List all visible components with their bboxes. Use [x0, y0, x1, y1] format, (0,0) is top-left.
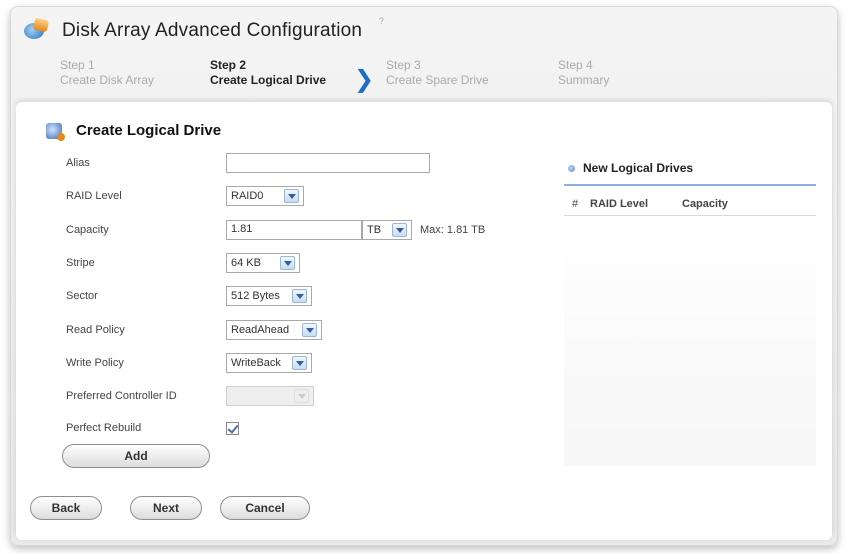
perfect-rebuild-checkbox[interactable]	[226, 421, 239, 435]
capacity-unit-select[interactable]: TB	[362, 220, 412, 240]
write-policy-label: Write Policy	[66, 357, 124, 369]
stripe-label: Stripe	[66, 257, 95, 269]
step-4-label: Summary	[558, 73, 610, 87]
create-logical-drive-panel: Create Logical Drive Alias RAID Level RA…	[16, 102, 832, 540]
step-4: Step 4 Summary	[558, 58, 708, 88]
column-raid-level: RAID Level	[590, 197, 649, 210]
header: Disk Array Advanced Configuration ?	[22, 14, 388, 48]
alias-label: Alias	[66, 157, 90, 169]
sector-select[interactable]: 512 Bytes	[226, 286, 312, 306]
step-1-label: Create Disk Array	[60, 73, 155, 87]
stripe-value: 64 KB	[231, 257, 261, 269]
preferred-controller-row: Preferred Controller ID	[66, 385, 536, 407]
capacity-max-text: Max: 1.81 TB	[420, 224, 486, 236]
sector-row: Sector 512 Bytes	[66, 285, 536, 307]
step-1: Step 1 Create Disk Array	[60, 58, 210, 88]
sector-value: 512 Bytes	[231, 290, 280, 302]
chevron-down-icon	[292, 356, 307, 370]
panel-title-text: Create Logical Drive	[76, 122, 222, 139]
step-3: Step 3 Create Spare Drive	[386, 58, 558, 88]
raid-level-label: RAID Level	[66, 190, 122, 202]
capacity-input[interactable]: 1.81	[226, 220, 362, 240]
preferred-controller-label: Preferred Controller ID	[66, 390, 177, 402]
raid-level-row: RAID Level RAID0	[66, 185, 536, 207]
divider	[564, 184, 816, 186]
step-1-number: Step 1	[60, 58, 95, 72]
column-capacity: Capacity	[682, 197, 728, 210]
raid-level-value: RAID0	[231, 190, 264, 202]
bullet-icon	[568, 164, 575, 172]
chevron-down-icon	[294, 389, 309, 403]
read-policy-select[interactable]: ReadAhead	[226, 320, 322, 340]
new-logical-drives-header: New Logical Drives	[564, 158, 816, 178]
table-body	[564, 216, 816, 466]
read-policy-label: Read Policy	[66, 324, 125, 336]
step-4-number: Step 4	[558, 58, 593, 72]
chevron-down-icon	[280, 256, 295, 270]
stripe-select[interactable]: 64 KB	[226, 253, 300, 273]
perfect-rebuild-label: Perfect Rebuild	[66, 422, 142, 434]
disk-array-icon	[22, 17, 50, 45]
write-policy-value: WriteBack	[231, 357, 281, 369]
add-button[interactable]: Add	[62, 444, 210, 468]
step-chevron-icon: ❯	[354, 66, 375, 93]
logical-drive-icon	[46, 122, 65, 141]
preferred-controller-select[interactable]	[226, 386, 314, 406]
step-3-label: Create Spare Drive	[386, 73, 489, 87]
stripe-row: Stripe 64 KB	[66, 252, 536, 274]
step-2-number: Step 2	[210, 58, 247, 72]
capacity-unit-value: TB	[367, 224, 382, 236]
next-button[interactable]: Next	[130, 496, 202, 520]
perfect-rebuild-row: Perfect Rebuild	[66, 417, 536, 439]
raid-level-select[interactable]: RAID0	[226, 186, 304, 206]
wizard-steps: Step 1 Create Disk Array Step 2 Create L…	[60, 58, 708, 98]
step-2-label: Create Logical Drive	[210, 73, 327, 87]
config-window: Disk Array Advanced Configuration ? Step…	[10, 6, 838, 546]
help-icon[interactable]: ?	[374, 15, 388, 27]
write-policy-select[interactable]: WriteBack	[226, 353, 312, 373]
alias-input[interactable]	[226, 153, 430, 173]
step-2: Step 2 Create Logical Drive	[210, 58, 358, 88]
write-policy-row: Write Policy WriteBack	[66, 352, 536, 374]
new-logical-drives-panel: New Logical Drives # RAID Level Capacity	[564, 158, 816, 466]
chevron-down-icon	[302, 323, 317, 337]
alias-row: Alias	[66, 152, 536, 174]
chevron-down-icon	[392, 223, 407, 237]
back-button[interactable]: Back	[30, 496, 102, 520]
step-3-number: Step 3	[386, 58, 421, 72]
chevron-down-icon	[292, 289, 307, 303]
cancel-button[interactable]: Cancel	[220, 496, 310, 520]
panel-title: Create Logical Drive	[46, 122, 222, 141]
chevron-down-icon	[284, 189, 299, 203]
sector-label: Sector	[66, 290, 98, 302]
table-header: # RAID Level Capacity	[564, 192, 816, 216]
page-title: Disk Array Advanced Configuration	[62, 20, 363, 41]
read-policy-row: Read Policy ReadAhead	[66, 319, 536, 341]
new-logical-drives-title: New Logical Drives	[583, 161, 694, 175]
column-number: #	[572, 197, 579, 210]
capacity-row: Capacity 1.81 TB Max: 1.81 TB	[66, 219, 536, 241]
capacity-label: Capacity	[66, 224, 109, 236]
read-policy-value: ReadAhead	[231, 324, 290, 336]
